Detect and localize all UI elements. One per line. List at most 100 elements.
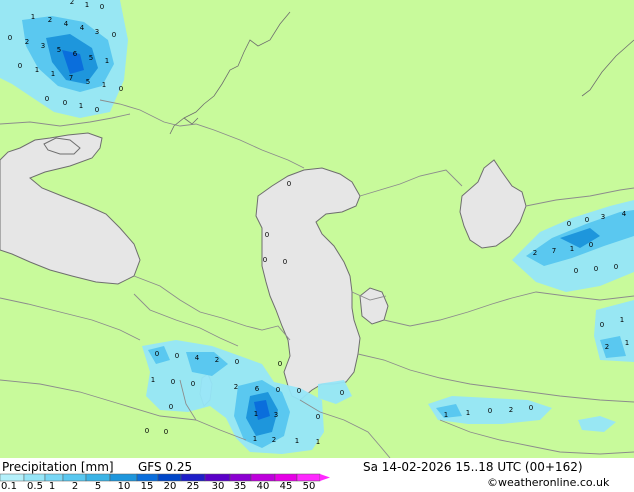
legend-tick-label: 50 [302, 481, 316, 492]
legend-tick-label: 40 [256, 481, 270, 492]
legend-color-box [62, 473, 87, 482]
precip-value: 4 [64, 20, 69, 28]
legend-tick-label: 1 [48, 481, 56, 492]
precip-value: 1 [625, 339, 629, 347]
legend-color-box [109, 473, 138, 482]
precip-value: 0 [235, 358, 239, 366]
precip-value: 0 [567, 220, 571, 228]
precip-value: 0 [155, 350, 159, 358]
precip-value: 0 [278, 360, 282, 368]
precip-value: 2 [25, 38, 29, 46]
precip-value: 1 [466, 409, 470, 417]
legend-color-box [136, 473, 159, 482]
precip-value: 0 [164, 428, 168, 436]
precip-value: 0 [45, 95, 49, 103]
precip-value: 3 [274, 411, 278, 419]
legend-tick-label: 10 [117, 481, 131, 492]
map-title: Precipitation [mm] [2, 460, 114, 474]
precip-value: 0 [488, 407, 492, 415]
precip-value: 0 [8, 34, 12, 42]
legend-color-box [180, 473, 206, 482]
precip-value: 4 [80, 24, 85, 32]
precip-value: 3 [601, 213, 605, 221]
precip-value: 0 [600, 321, 604, 329]
legend-tick-label: 2 [71, 481, 79, 492]
credit-text: ©weatheronline.co.uk [487, 476, 610, 489]
legend-tick-label: 15 [140, 481, 154, 492]
precip-value: 7 [69, 74, 73, 82]
legend-color-box [0, 473, 25, 482]
precip-value: 0 [265, 231, 269, 239]
model-name: GFS 0.25 [138, 460, 193, 474]
precip-value: 2 [509, 406, 513, 414]
precip-value: 0 [95, 106, 99, 114]
precip-value: 0 [276, 386, 280, 394]
precip-value: 1 [295, 437, 299, 445]
precip-value: 0 [585, 216, 589, 224]
precip-value: 0 [263, 256, 267, 264]
precip-value: 5 [86, 78, 90, 86]
precip-value: 1 [444, 411, 448, 419]
legend-color-box [229, 473, 252, 482]
precip-value: 0 [594, 265, 598, 273]
legend-color-box [23, 473, 46, 482]
legend-arrow [320, 474, 330, 481]
precip-value: 1 [570, 245, 574, 253]
precip-value: 0 [145, 427, 149, 435]
precip-value: 2 [605, 343, 609, 351]
precip-value: 1 [35, 66, 39, 74]
legend-color-box [274, 473, 298, 482]
legend-tick-label: 0.5 [27, 481, 43, 492]
legend-tick-label: 30 [211, 481, 225, 492]
precip-value: 0 [283, 258, 287, 266]
precip-value: 1 [31, 13, 35, 21]
precip-value: 1 [151, 376, 155, 384]
legend-color-box [204, 473, 231, 482]
precip-value: 1 [51, 70, 55, 78]
valid-datetime: Sa 14-02-2026 15..18 UTC (00+162) [363, 460, 583, 474]
precip-value: 1 [254, 410, 258, 418]
precip-value: 4 [195, 354, 200, 362]
legend-tick-label: 45 [279, 481, 293, 492]
legend-tick-label: 20 [163, 481, 177, 492]
legend-tick-label: 0.1 [1, 481, 17, 492]
precip-value: 1 [79, 102, 83, 110]
legend-color-box [44, 473, 64, 482]
precip-value: 0 [63, 99, 67, 107]
precip-value: 0 [287, 180, 291, 188]
precip-value: 2 [272, 436, 276, 444]
precip-value: 2 [48, 16, 52, 24]
precip-value: 5 [89, 54, 93, 62]
precip-value: 6 [73, 50, 78, 58]
legend-color-box [157, 473, 182, 482]
legend-tick-label: 25 [186, 481, 200, 492]
legend-color-box [250, 473, 276, 482]
precip-value: 1 [102, 81, 106, 89]
precip-value: 2 [533, 249, 537, 257]
precip-value: 0 [297, 387, 301, 395]
precip-value: 3 [95, 28, 99, 36]
precip-value: 0 [191, 380, 195, 388]
precip-value: 0 [340, 389, 344, 397]
precip-value: 1 [105, 57, 109, 65]
precip-value: 1 [85, 1, 89, 9]
precip-value: 2 [70, 0, 74, 6]
precip-value: 0 [529, 404, 533, 412]
precip-value: 0 [100, 3, 104, 11]
precip-value: 0 [614, 263, 618, 271]
precip-value: 0 [18, 62, 22, 70]
precip-value: 1 [316, 438, 320, 446]
precip-value: 0 [171, 378, 175, 386]
precip-value: 3 [41, 42, 45, 50]
precip-value: 0 [169, 403, 173, 411]
legend-color-box [85, 473, 111, 482]
precip-value: 7 [552, 247, 556, 255]
precip-value: 0 [589, 241, 593, 249]
precip-value: 0 [112, 31, 116, 39]
precip-value: 5 [57, 46, 61, 54]
precip-value: 6 [255, 385, 260, 393]
precip-value: 0 [119, 85, 123, 93]
precip-value: 2 [234, 383, 238, 391]
precip-value: 4 [622, 210, 627, 218]
legend-tick-label: 35 [233, 481, 247, 492]
